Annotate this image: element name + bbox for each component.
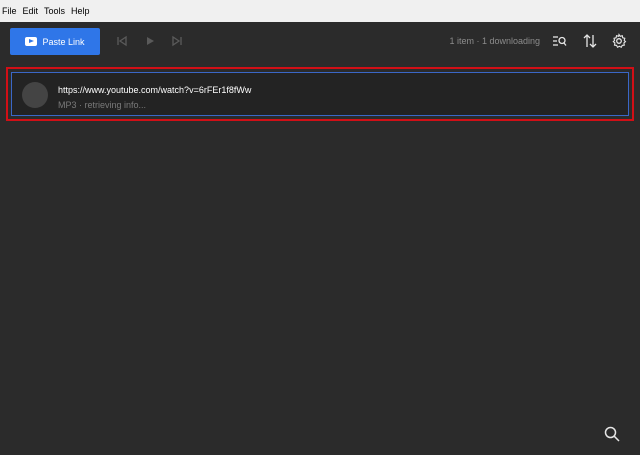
- menu-file[interactable]: File: [0, 6, 21, 16]
- menu-edit[interactable]: Edit: [21, 6, 43, 16]
- menu-help[interactable]: Help: [69, 6, 94, 16]
- gear-icon[interactable]: [611, 33, 627, 49]
- thumbnail-placeholder: [22, 82, 48, 108]
- sort-icon[interactable]: [582, 33, 598, 49]
- download-item-highlight: https://www.youtube.com/watch?v=6rFEr1f8…: [6, 67, 634, 121]
- paste-link-label: Paste Link: [42, 36, 85, 47]
- download-url: https://www.youtube.com/watch?v=6rFEr1f8…: [58, 85, 252, 95]
- menu-bar: File Edit Tools Help: [0, 0, 640, 22]
- skip-previous-icon[interactable]: [115, 34, 129, 48]
- download-status-summary: 1 item · 1 downloading: [449, 36, 540, 46]
- download-item[interactable]: https://www.youtube.com/watch?v=6rFEr1f8…: [11, 72, 629, 116]
- play-icon[interactable]: [143, 34, 157, 48]
- app-window: Paste Link 1 item · 1 downloading https:…: [0, 22, 640, 455]
- search-icon[interactable]: [603, 425, 621, 443]
- download-status: MP3 · retrieving info...: [58, 100, 147, 110]
- paste-link-button[interactable]: Paste Link: [10, 28, 100, 55]
- search-list-icon[interactable]: [551, 33, 567, 49]
- skip-next-icon[interactable]: [170, 34, 184, 48]
- menu-tools[interactable]: Tools: [42, 6, 69, 16]
- youtube-icon: [25, 37, 38, 46]
- toolbar: Paste Link 1 item · 1 downloading: [0, 22, 640, 62]
